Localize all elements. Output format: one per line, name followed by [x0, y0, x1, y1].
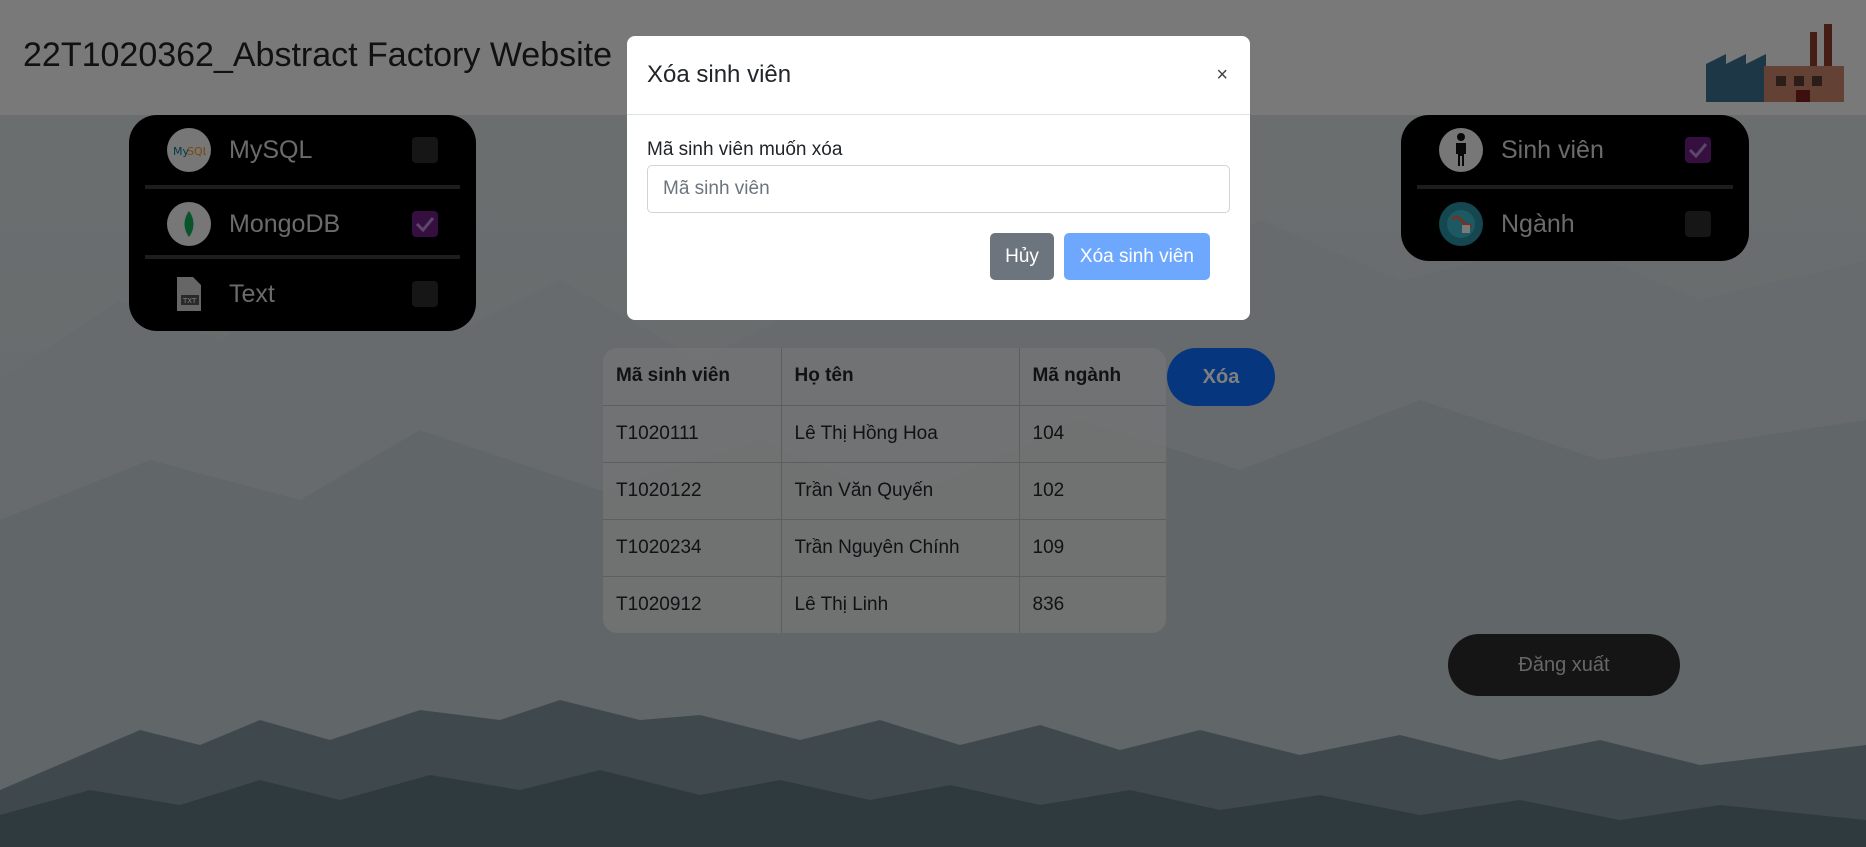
close-icon[interactable]: ×	[1216, 64, 1228, 87]
cancel-button[interactable]: Hủy	[990, 233, 1054, 280]
modal-body: Mã sinh viên muốn xóa	[627, 115, 1250, 213]
confirm-delete-button[interactable]: Xóa sinh viên	[1063, 233, 1210, 280]
modal-header: Xóa sinh viên ×	[627, 36, 1250, 115]
delete-student-modal: Xóa sinh viên × Mã sinh viên muốn xóa Hủ…	[627, 36, 1250, 320]
modal-title: Xóa sinh viên	[647, 61, 792, 88]
student-id-input[interactable]	[647, 165, 1230, 213]
student-id-label: Mã sinh viên muốn xóa	[647, 139, 843, 160]
modal-actions: Hủy Xóa sinh viên	[990, 233, 1210, 280]
